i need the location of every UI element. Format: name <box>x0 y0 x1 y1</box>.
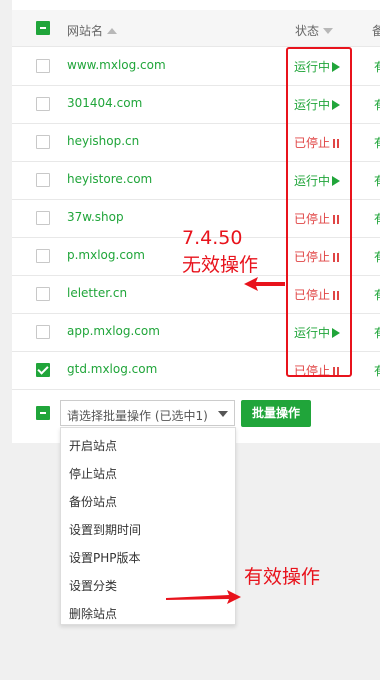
site-name-link[interactable]: heyistore.com <box>67 172 152 186</box>
row-cut-cell: 有 <box>374 324 380 341</box>
status-header-label: 状态 <box>295 24 320 38</box>
site-name-link[interactable]: leletter.cn <box>67 286 127 300</box>
annotation-arrow-icon <box>166 590 241 604</box>
row-checkbox[interactable] <box>36 59 50 73</box>
menu-item-set-category[interactable]: 设置分类 <box>69 577 117 594</box>
row-checkbox[interactable] <box>36 135 50 149</box>
select-all-checkbox[interactable] <box>36 21 50 35</box>
chevron-down-icon <box>218 411 228 417</box>
batch-operation-button[interactable]: 批量操作 <box>241 400 311 427</box>
site-name-link[interactable]: 301404.com <box>67 96 142 110</box>
annotation-arrow-icon <box>244 277 285 291</box>
batch-operation-select[interactable]: 请选择批量操作 (已选中1) <box>60 400 235 426</box>
status-header[interactable]: 状态 <box>295 22 334 39</box>
site-name-header-label: 网站名 <box>67 24 104 38</box>
menu-item-start-site[interactable]: 开启站点 <box>69 437 117 454</box>
row-cut-cell: 有 <box>374 172 380 189</box>
status-highlight-box <box>286 47 352 377</box>
site-name-link[interactable]: gtd.mxlog.com <box>67 362 157 376</box>
menu-item-delete-site[interactable]: 删除站点 <box>69 605 117 622</box>
sort-desc-icon <box>323 28 334 34</box>
batch-select-value: 请选择批量操作 (已选中1) <box>67 409 208 423</box>
version-annotation: 7.4.50 <box>182 227 243 249</box>
site-name-link[interactable]: p.mxlog.com <box>67 248 145 262</box>
row-cut-cell: 有 <box>374 286 380 303</box>
menu-item-stop-site[interactable]: 停止站点 <box>69 465 117 482</box>
site-name-link[interactable]: app.mxlog.com <box>67 324 160 338</box>
cut-column-header: 备 <box>372 24 380 38</box>
menu-item-backup-site[interactable]: 备份站点 <box>69 493 117 510</box>
invalid-operation-annotation: 无效操作 <box>182 254 259 276</box>
row-cut-cell: 有 <box>374 248 380 265</box>
sort-asc-icon <box>107 28 118 34</box>
row-checkbox[interactable] <box>36 363 50 377</box>
row-cut-cell: 有 <box>374 362 380 379</box>
valid-operation-annotation: 有效操作 <box>244 566 321 588</box>
row-checkbox[interactable] <box>36 173 50 187</box>
menu-item-set-expiry[interactable]: 设置到期时间 <box>69 521 141 538</box>
row-cut-cell: 有 <box>374 210 380 227</box>
site-name-link[interactable]: 37w.shop <box>67 210 124 224</box>
batch-select-checkbox[interactable] <box>36 406 50 420</box>
row-cut-cell: 有 <box>374 134 380 151</box>
menu-item-set-php[interactable]: 设置PHP版本 <box>69 549 141 566</box>
site-name-link[interactable]: www.mxlog.com <box>67 58 166 72</box>
row-checkbox[interactable] <box>36 249 50 263</box>
row-checkbox[interactable] <box>36 325 50 339</box>
site-name-header[interactable]: 网站名 <box>67 22 118 39</box>
row-cut-cell: 有 <box>374 96 380 113</box>
row-checkbox[interactable] <box>36 287 50 301</box>
site-name-link[interactable]: heyishop.cn <box>67 134 139 148</box>
row-cut-cell: 有 <box>374 58 380 75</box>
row-checkbox[interactable] <box>36 211 50 225</box>
row-checkbox[interactable] <box>36 97 50 111</box>
